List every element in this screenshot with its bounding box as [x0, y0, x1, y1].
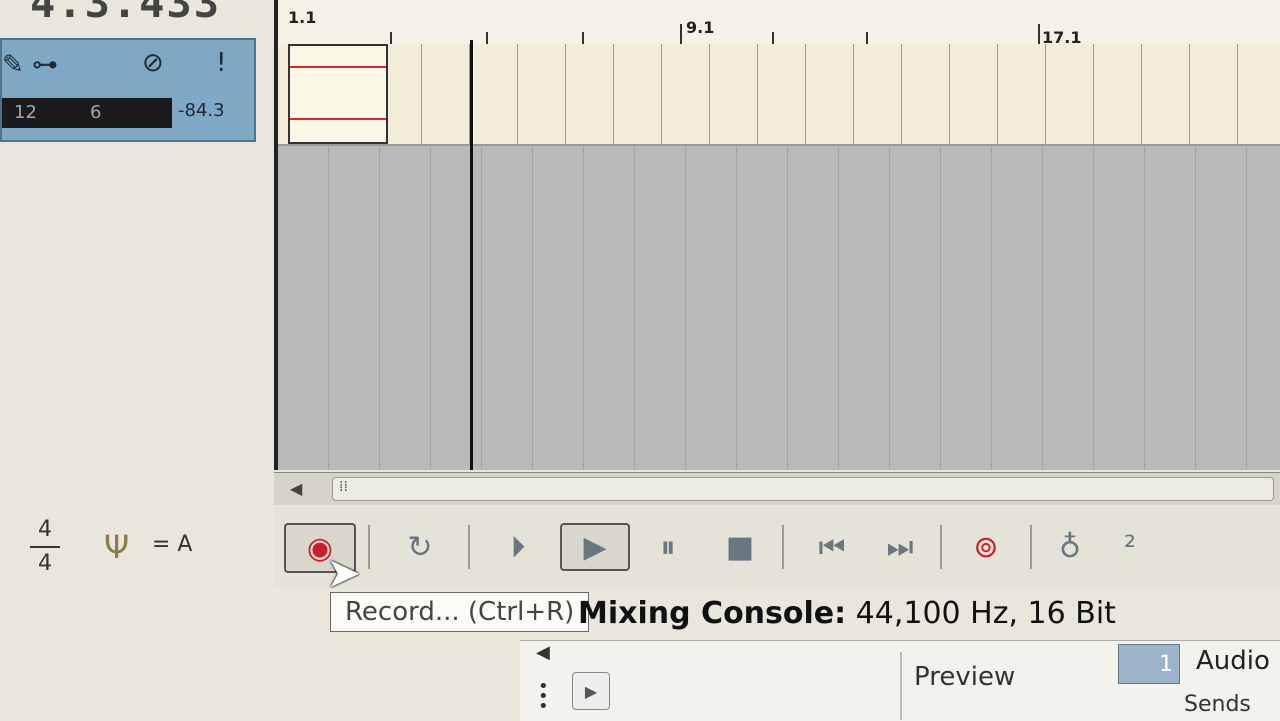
- tuner-note[interactable]: = A: [152, 532, 192, 557]
- metronome-icon: ♁: [1059, 529, 1081, 565]
- count-in-button[interactable]: ²: [1100, 523, 1160, 571]
- ruler-tick: [582, 32, 584, 44]
- audio-clip[interactable]: [288, 44, 388, 144]
- mixing-console-format: 44,100 Hz, 16 Bit: [855, 596, 1116, 631]
- stop-icon: ■: [725, 529, 755, 565]
- time-display: 4.3.433: [30, 0, 222, 27]
- level-meter: 12 6: [2, 98, 172, 128]
- ruler-marker: 9.1: [686, 18, 715, 37]
- audio-channel-label: Audio: [1196, 646, 1270, 676]
- audio-track-lane[interactable]: [278, 44, 1280, 146]
- separator: [368, 525, 370, 569]
- go-to-end-icon: ⏭: [886, 529, 914, 565]
- track-header[interactable]: ✎ ⊶ ⊘ ! 12 6 -84.3: [0, 38, 256, 142]
- clip-waveform-line: [290, 66, 386, 68]
- column-divider: [900, 652, 902, 720]
- scroll-thumb[interactable]: ⁞⁞: [332, 477, 1274, 501]
- empty-track-area[interactable]: [278, 146, 1280, 470]
- drag-handle-icon[interactable]: • • •: [538, 678, 549, 716]
- meter-mark-12: 12: [14, 102, 37, 123]
- play-from-start-button[interactable]: ⏵: [488, 523, 548, 571]
- go-to-end-button[interactable]: ⏭: [870, 523, 930, 571]
- loop-icon: ↻: [407, 529, 433, 565]
- level-value: -84.3: [178, 100, 225, 121]
- ruler-tick: [772, 32, 774, 44]
- pause-button[interactable]: ⏸: [638, 523, 698, 571]
- ruler-tick: [390, 32, 392, 44]
- ruler-tick: [1038, 24, 1040, 44]
- stop-button[interactable]: ■: [710, 523, 770, 571]
- fx-icon[interactable]: ⊶: [32, 50, 58, 80]
- ruler-tick: [866, 32, 868, 44]
- count-in-icon: ²: [1123, 529, 1137, 565]
- grip-icon: ⁞⁞: [339, 479, 348, 495]
- go-to-start-icon: ⏮: [818, 529, 846, 565]
- sends-label: Sends: [1184, 692, 1251, 717]
- loop-button[interactable]: ↻: [390, 523, 450, 571]
- mouse-pointer-icon: ➤: [326, 548, 362, 597]
- mute-icon[interactable]: ⊘: [142, 48, 164, 78]
- pause-icon: ⏸: [660, 529, 676, 565]
- separator: [468, 525, 470, 569]
- record-tooltip: Record... (Ctrl+R): [330, 592, 590, 632]
- go-to-start-button[interactable]: ⏮: [802, 523, 862, 571]
- time-signature-divider: [30, 546, 60, 548]
- mixing-console-label: Mixing Console:: [578, 596, 847, 631]
- scroll-left-icon[interactable]: ◀: [290, 479, 302, 498]
- preview-play-button[interactable]: ▶: [572, 672, 610, 710]
- play-icon: ▶: [584, 681, 598, 701]
- play-icon: ▶: [583, 529, 607, 565]
- time-signature-bottom: 4: [38, 551, 52, 576]
- timeline[interactable]: 1.1 9.1 17.1: [274, 0, 1280, 470]
- record-arm-button[interactable]: ⊚: [956, 523, 1016, 571]
- ruler-tick: [486, 32, 488, 44]
- metronome-button[interactable]: ♁: [1040, 523, 1100, 571]
- timeline-ruler[interactable]: 1.1 9.1 17.1: [278, 0, 1280, 47]
- pencil-icon[interactable]: ✎: [2, 50, 24, 80]
- collapse-arrow-icon[interactable]: ◀: [536, 642, 550, 663]
- preview-label: Preview: [914, 662, 1016, 692]
- separator: [940, 525, 942, 569]
- play-button[interactable]: ▶: [560, 523, 630, 571]
- channel-number-badge[interactable]: 1: [1118, 644, 1180, 684]
- ruler-marker: 1.1: [288, 8, 317, 27]
- mixing-console-title: Mixing Console: 44,100 Hz, 16 Bit: [578, 596, 1116, 631]
- separator: [1030, 525, 1032, 569]
- horizontal-scrollbar[interactable]: ◀ ⁞⁞: [274, 472, 1280, 505]
- meter-mark-6: 6: [90, 102, 102, 123]
- separator: [782, 525, 784, 569]
- time-signature-top: 4: [38, 517, 52, 542]
- clip-waveform-line: [290, 118, 386, 120]
- ruler-tick: [680, 24, 682, 44]
- play-from-start-icon: ⏵: [510, 529, 526, 565]
- solo-icon[interactable]: !: [216, 48, 226, 78]
- record-arm-icon: ⊚: [973, 529, 999, 565]
- playhead-cursor[interactable]: [470, 40, 473, 470]
- transport-bar: ◉ ↻ ⏵ ▶ ⏸ ■ ⏮ ⏭ ⊚ ♁ ²: [274, 505, 1280, 587]
- time-signature[interactable]: 4 4: [30, 516, 60, 578]
- tuning-fork-icon[interactable]: Ψ: [104, 528, 129, 566]
